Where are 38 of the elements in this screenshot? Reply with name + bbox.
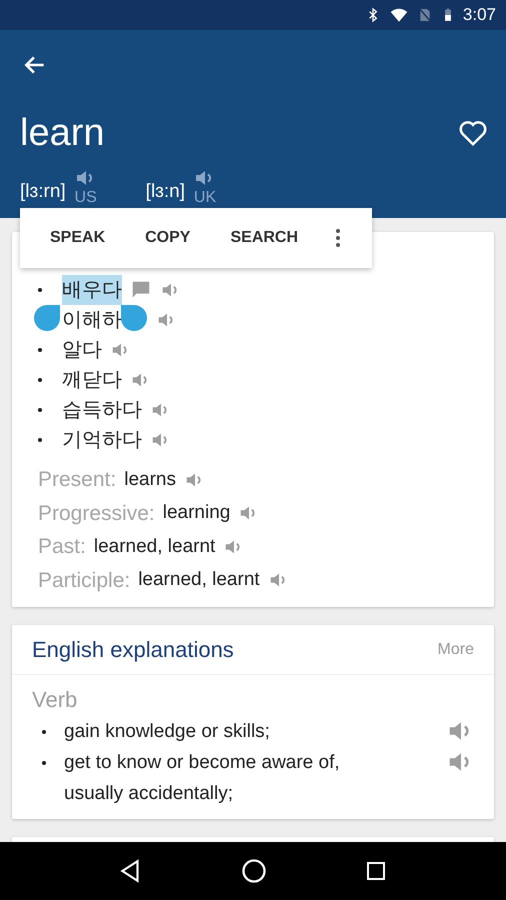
form-value: learned, learnt: [138, 568, 260, 592]
phonetic-text: [lɜ:n]: [146, 180, 186, 204]
form-value: learning: [162, 501, 230, 525]
form-label: Present:: [38, 467, 116, 493]
menu-action-button[interactable]: COPY: [125, 220, 210, 256]
bullet-icon: [38, 288, 42, 292]
form-label: Past:: [38, 534, 86, 560]
meaning-text[interactable]: 알다: [62, 335, 102, 365]
wifi-icon: [388, 6, 409, 24]
meaning-text[interactable]: 깨닫다: [62, 365, 122, 395]
meaning-text[interactable]: 습득하다: [62, 395, 142, 425]
bullet-icon: [42, 761, 46, 765]
bullet-icon: [38, 408, 42, 412]
section-title: English explanations: [32, 636, 234, 664]
region-label: UK: [194, 190, 216, 206]
definition-text: gain knowledge or skills;: [64, 720, 271, 744]
region-label: US: [74, 190, 97, 206]
part-of-speech: Verb: [32, 686, 78, 714]
favorite-button[interactable]: [458, 118, 488, 148]
form-value: learned, learnt: [94, 534, 216, 558]
definition-text: get to know or become aware of, usually accidentally;: [64, 751, 341, 806]
phonetic-text: [lɜ:rn]: [20, 180, 66, 204]
meaning-text[interactable]: 배우다: [62, 275, 122, 305]
bullet-icon: [38, 438, 42, 442]
meaning-text[interactable]: 기억하다: [62, 425, 142, 455]
form-label: Progressive:: [38, 500, 155, 526]
menu-action-button[interactable]: SEARCH: [210, 220, 318, 256]
home-button[interactable]: [240, 857, 268, 885]
bullet-icon: [38, 378, 42, 382]
bullet-icon: [42, 730, 46, 734]
form-label: Participle:: [38, 568, 130, 594]
form-value: learns: [124, 468, 176, 492]
menu-action-button[interactable]: SPEAK: [30, 220, 126, 256]
bullet-icon: [38, 348, 42, 352]
clock-time: 3:07: [462, 4, 496, 26]
headword: learn: [20, 114, 104, 152]
meaning-text[interactable]: 이해하: [62, 305, 122, 335]
recents-button[interactable]: [364, 859, 388, 883]
